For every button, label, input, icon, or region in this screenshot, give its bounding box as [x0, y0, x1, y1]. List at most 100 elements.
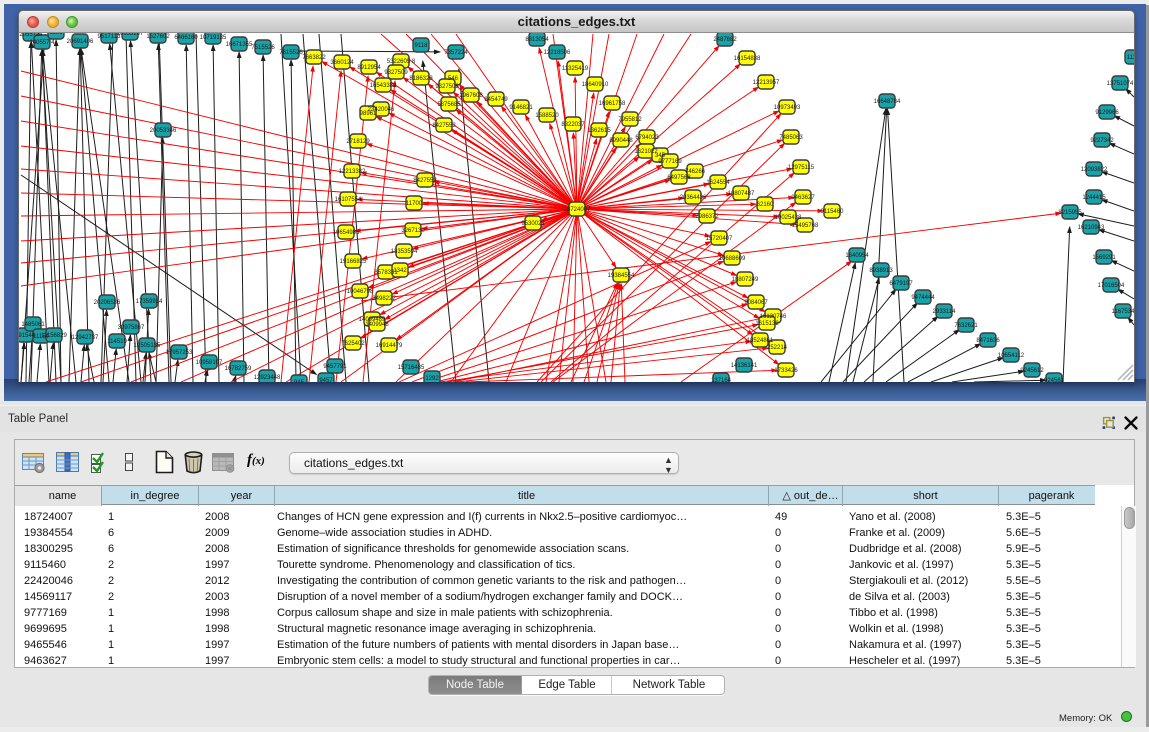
svg-text:10688609: 10688609 [719, 256, 746, 262]
svg-text:19384554: 19384554 [608, 273, 635, 279]
svg-text:924561: 924561 [1044, 378, 1065, 382]
svg-text:140557 4: 140557 4 [29, 40, 55, 46]
svg-text:8912954: 8912954 [357, 65, 381, 71]
svg-text:2487682: 2487682 [713, 37, 737, 43]
svg-text:12942737: 12942737 [72, 335, 99, 341]
svg-text:1640954: 1640954 [845, 253, 869, 259]
svg-text:8215955: 8215955 [1058, 210, 1082, 216]
svg-text:8471636: 8471636 [976, 338, 1000, 344]
svg-text:7615526: 7615526 [279, 50, 303, 56]
svg-text:12093822: 12093822 [1081, 167, 1108, 173]
svg-text:13353594: 13353594 [391, 249, 418, 255]
svg-text:9146821: 9146821 [509, 105, 533, 111]
svg-text:5322605 8: 5322605 8 [387, 59, 416, 65]
svg-text:7515526: 7515526 [251, 45, 275, 51]
svg-text:9084067: 9084067 [744, 300, 768, 306]
svg-text:8322037: 8322037 [561, 122, 585, 128]
svg-text:17957253: 17957253 [166, 350, 193, 356]
svg-text:15495768: 15495768 [792, 223, 819, 229]
svg-text:9227342: 9227342 [1090, 138, 1114, 144]
svg-text:7357224: 7357224 [444, 50, 468, 56]
svg-text:1342: 1342 [393, 268, 407, 274]
svg-text:9327509: 9327509 [384, 70, 408, 76]
svg-text:1167534: 1167534 [1112, 309, 1134, 315]
svg-text:12923448: 12923448 [254, 375, 281, 381]
svg-text:19166825: 19166825 [340, 259, 367, 265]
svg-text:11156829: 11156829 [41, 333, 67, 339]
svg-text:11700: 11700 [406, 201, 423, 207]
svg-text:2967608: 2967608 [459, 93, 483, 99]
svg-text:252214: 252214 [767, 345, 788, 351]
svg-text:8454749: 8454749 [484, 97, 508, 103]
svg-text:6794023: 6794023 [635, 135, 659, 141]
svg-text:20691406: 20691406 [67, 39, 94, 45]
svg-text:9457791: 9457791 [323, 364, 347, 370]
svg-text:1527602: 1527602 [146, 34, 170, 40]
svg-text:137164: 137164 [711, 378, 732, 382]
svg-text:18524861: 18524861 [747, 338, 774, 344]
svg-text:10046798: 10046798 [347, 289, 374, 295]
svg-text:8427552: 8427552 [413, 178, 437, 184]
svg-text:20206536: 20206536 [94, 300, 121, 306]
svg-text:7955812: 7955812 [618, 117, 642, 123]
svg-text:1615132: 1615132 [755, 321, 779, 327]
svg-text:7663822: 7663822 [302, 55, 326, 61]
svg-text:17359924: 17359924 [136, 299, 163, 305]
svg-text:9129966: 9129966 [1095, 110, 1119, 116]
svg-text:7632621: 7632621 [954, 323, 978, 329]
svg-text:9327508: 9327508 [435, 84, 459, 90]
svg-text:19654985: 19654985 [333, 230, 360, 236]
svg-text:10025438: 10025438 [775, 215, 802, 221]
svg-text:8186328: 8186328 [409, 76, 433, 82]
svg-text:12505135: 12505135 [134, 343, 161, 349]
svg-text:1569291: 1569291 [1092, 255, 1116, 261]
svg-text:14136141: 14136141 [731, 363, 758, 369]
svg-text:9530022: 9530022 [521, 221, 545, 227]
svg-text:1733426: 1733426 [774, 368, 798, 374]
svg-text:10653267: 10653267 [117, 33, 144, 37]
svg-text:2933114: 2933114 [933, 309, 957, 315]
svg-text:8938913: 8938913 [869, 268, 893, 274]
svg-text:2718129: 2718129 [346, 139, 370, 145]
svg-text:16914479: 16914479 [376, 343, 403, 349]
svg-text:1624554: 1624554 [706, 180, 730, 186]
svg-text:18640910: 18640910 [582, 82, 609, 88]
svg-text:1112: 1112 [1127, 55, 1134, 61]
svg-text:9474444: 9474444 [911, 295, 935, 301]
svg-text:16154838: 16154838 [734, 56, 761, 62]
svg-text:9457: 9457 [319, 378, 333, 382]
svg-text:6479197: 6479197 [889, 281, 913, 287]
svg-text:1588520: 1588520 [535, 113, 559, 119]
svg-text:1485061: 1485061 [21, 322, 45, 328]
svg-text:12213382: 12213382 [339, 169, 366, 175]
svg-text:16648784: 16648784 [874, 99, 901, 105]
svg-text:13751074: 13751074 [1107, 81, 1134, 87]
svg-text:3267130: 3267130 [401, 228, 425, 234]
svg-text:15716485: 15716485 [398, 365, 425, 371]
svg-text:945: 945 [294, 380, 305, 382]
svg-text:16210943: 16210943 [1078, 225, 1105, 231]
svg-text:6466160: 6466160 [174, 35, 198, 41]
svg-text:16671355: 16671355 [226, 42, 253, 48]
svg-text:20053346: 20053346 [150, 128, 177, 134]
svg-text:9463627: 9463627 [791, 195, 815, 201]
svg-text:98961: 98961 [360, 111, 377, 117]
svg-text:16107554: 16107554 [335, 197, 362, 203]
svg-text:3660124: 3660124 [330, 60, 354, 66]
svg-text:8813054: 8813054 [525, 37, 549, 43]
svg-text:12975115: 12975115 [788, 165, 815, 171]
svg-text:10719135: 10719135 [200, 35, 227, 41]
svg-text:2055724: 2055724 [19, 33, 43, 38]
svg-text:10654112: 10654112 [998, 353, 1025, 359]
svg-text:10973493: 10973493 [774, 105, 801, 111]
svg-text:11325419: 11325419 [562, 66, 589, 72]
svg-text:16543382: 16543382 [370, 83, 397, 89]
svg-text:18724007: 18724007 [564, 207, 591, 213]
svg-text:114519: 114519 [107, 339, 127, 345]
svg-text:1362615: 1362615 [587, 128, 611, 134]
svg-text:30975867: 30975867 [118, 325, 145, 331]
svg-text:12218506: 12218506 [544, 50, 571, 56]
svg-text:1292: 1292 [425, 376, 439, 382]
svg-text:12213957: 12213957 [753, 80, 780, 86]
svg-text:5875685: 5875685 [437, 102, 461, 108]
